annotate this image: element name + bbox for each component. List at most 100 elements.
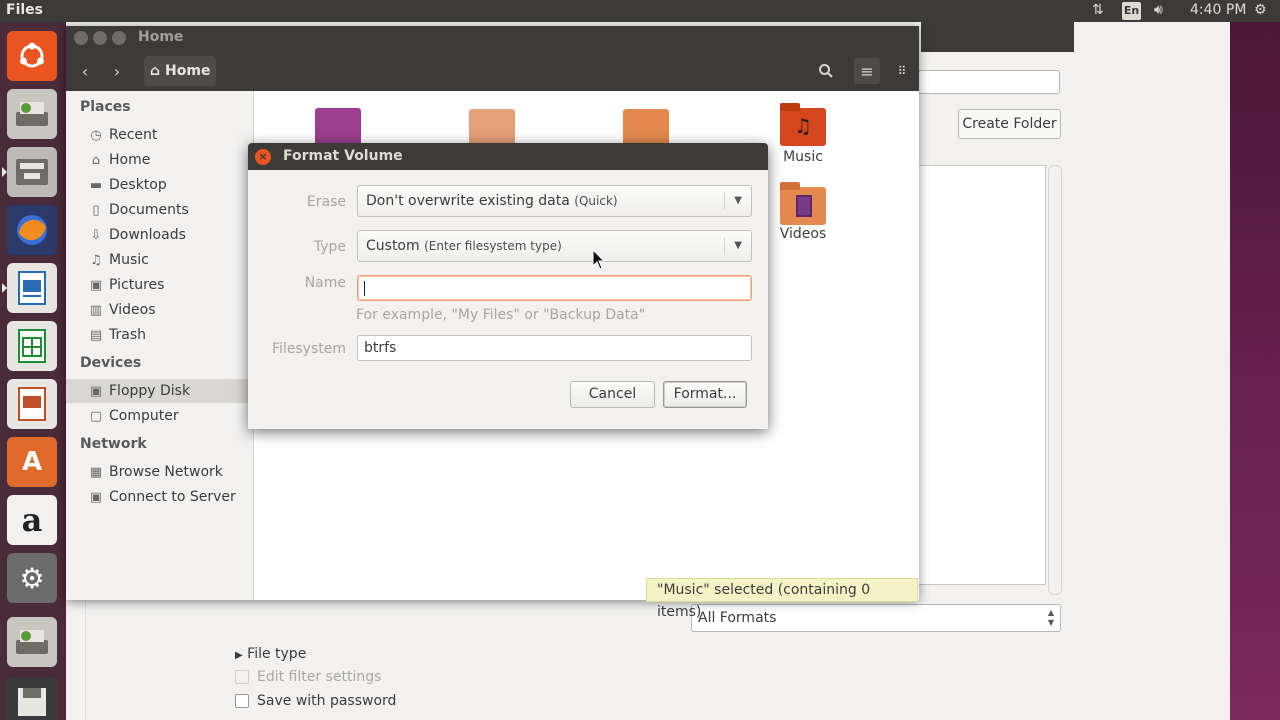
sidebar-item-label: Documents [109, 202, 189, 218]
documents-folder-icon[interactable] [469, 109, 515, 147]
format-filter-select[interactable]: All Formats ▲ ▼ [691, 604, 1061, 632]
sidebar-item-desktop[interactable]: ▬ Desktop [66, 173, 253, 197]
gear-icon[interactable]: ⚙ [1254, 2, 1267, 18]
save-password-label: Save with password [257, 693, 397, 709]
sidebar-item-videos[interactable]: ▥ Videos [66, 298, 253, 322]
erase-value: Don't overwrite existing data [366, 193, 570, 209]
checkbox-box [235, 670, 249, 684]
back-arrow-icon[interactable]: ‹ [74, 58, 96, 84]
sidebar-item-label: Connect to Server [109, 489, 236, 505]
close-icon[interactable] [74, 31, 88, 45]
sidebar-item-computer[interactable]: ▢ Computer [66, 404, 253, 428]
list-view-icon[interactable]: ≡ [854, 58, 880, 84]
ubuntu-dash-icon[interactable] [7, 31, 57, 81]
sidebar: Places ◷ Recent ⌂ Home ▬ Desktop ▯ Documents ⇩ Do… [66, 91, 254, 600]
sidebar-item-label: Trash [109, 327, 146, 343]
type-hint: (Enter filesystem type) [424, 239, 562, 253]
writer-icon[interactable] [2, 263, 57, 313]
save-password-checkbox[interactable]: Save with password [235, 693, 396, 709]
files-icon[interactable] [2, 147, 57, 197]
network-arrows-icon[interactable]: ⇅ [1092, 2, 1104, 18]
close-icon[interactable]: × [255, 149, 271, 165]
erase-combo[interactable]: Don't overwrite existing data (Quick) ▼ [357, 185, 752, 217]
minimize-icon[interactable] [93, 31, 107, 45]
disks2-icon[interactable] [7, 617, 57, 667]
filesystem-field[interactable]: btrfs [357, 335, 752, 361]
format-filter-value: All Formats [698, 610, 777, 626]
checkbox-box [235, 694, 249, 708]
sidebar-item-documents[interactable]: ▯ Documents [66, 198, 253, 222]
sidebar-item-label: Desktop [109, 177, 167, 193]
disks-icon[interactable] [7, 89, 57, 139]
sidebar-header-network: Network [80, 436, 147, 452]
downloads-folder-icon[interactable] [623, 109, 669, 147]
background-name-field[interactable] [918, 70, 1060, 94]
amazon-icon[interactable]: a [7, 495, 57, 545]
type-label: Type [313, 239, 346, 255]
file-type-expander[interactable]: ▶ File type [235, 646, 306, 662]
music-folder-label[interactable]: Music [763, 149, 843, 165]
breadcrumb-home[interactable]: ⌂ Home [144, 56, 216, 86]
firefox-icon[interactable] [7, 205, 57, 255]
sidebar-item-browse-network[interactable]: ▦ Browse Network [66, 460, 253, 484]
window-title: Home [138, 29, 184, 45]
sidebar-item-label: Videos [109, 302, 156, 318]
sidebar-item-downloads[interactable]: ⇩ Downloads [66, 223, 253, 247]
sidebar-item-label: Pictures [109, 277, 165, 293]
format-button[interactable]: Format... [663, 381, 747, 408]
sidebar-item-music[interactable]: ♫ Music [66, 248, 253, 272]
cancel-button[interactable]: Cancel [570, 381, 655, 408]
files-toolbar: ‹ › ⌂ Home ≡ ⠿ [66, 50, 919, 91]
launcher: A a ⚙ [0, 22, 64, 720]
chevron-down-icon: ▼ [734, 195, 742, 206]
file-type-label: File type [247, 646, 307, 662]
forward-arrow-icon[interactable]: › [106, 58, 128, 84]
clock[interactable]: 4:40 PM [1190, 2, 1246, 18]
files-titlebar: Home [66, 26, 919, 50]
sidebar-item-label: Downloads [109, 227, 186, 243]
sidebar-item-floppy-disk[interactable]: ▣ Floppy Disk [66, 379, 253, 403]
background-titlebar [921, 22, 1074, 52]
sidebar-item-recent[interactable]: ◷ Recent [66, 123, 253, 147]
chevron-down-icon: ▼ [734, 240, 742, 251]
sidebar-item-connect-to-server[interactable]: ▣ Connect to Server [66, 485, 253, 509]
grid-view-icon[interactable]: ⠿ [890, 58, 914, 84]
software-center-icon[interactable]: A [7, 437, 57, 487]
videos-folder-label[interactable]: Videos [763, 226, 843, 242]
floppy-icon[interactable] [7, 677, 57, 720]
create-folder-button[interactable]: Create Folder [958, 109, 1061, 139]
sidebar-item-pictures[interactable]: ▣ Pictures [66, 273, 253, 297]
maximize-icon[interactable] [112, 31, 126, 45]
name-field[interactable] [357, 275, 752, 301]
top-panel: Files ⇅ En 🔊︎ 4:40 PM ⚙ [0, 0, 1280, 22]
browse-network-icon: ▦ [89, 464, 103, 480]
app-menu-title[interactable]: Files [6, 2, 43, 18]
breadcrumb-label: Home [165, 63, 211, 79]
name-hint: For example, "My Files" or "Backup Data" [356, 307, 646, 323]
background-file-list[interactable] [918, 165, 1046, 585]
combo-separator [724, 192, 725, 210]
edit-filter-checkbox[interactable]: Edit filter settings [235, 669, 381, 685]
impress-icon[interactable] [7, 379, 57, 429]
combo-separator [724, 237, 725, 255]
connect-server-icon: ▣ [89, 489, 103, 505]
sidebar-item-label: Home [109, 152, 151, 168]
desktop-folder-icon[interactable] [315, 108, 361, 146]
home-icon: ⌂ [150, 63, 161, 79]
type-combo[interactable]: Custom (Enter filesystem type) ▼ [357, 230, 752, 262]
mouse-pointer-icon [592, 249, 606, 270]
keyboard-layout-icon[interactable]: En [1122, 2, 1141, 20]
background-scrollbar[interactable] [1048, 165, 1062, 595]
sidebar-item-trash[interactable]: ▤ Trash [66, 323, 253, 347]
music-note-icon: ♫ [794, 114, 812, 138]
system-settings-icon[interactable]: ⚙ [7, 553, 57, 603]
sidebar-item-home[interactable]: ⌂ Home [66, 148, 253, 172]
calc-icon[interactable] [7, 321, 57, 371]
music-folder-icon[interactable]: ♫ [780, 103, 826, 146]
videos-folder-icon[interactable] [780, 182, 826, 225]
search-icon[interactable] [814, 58, 838, 84]
dialog-titlebar: × Format Volume [248, 143, 768, 170]
volume-icon[interactable]: 🔊︎ [1154, 2, 1163, 18]
clock-icon: ◷ [90, 127, 102, 143]
select-arrows-icon: ▲ ▼ [1047, 608, 1054, 627]
